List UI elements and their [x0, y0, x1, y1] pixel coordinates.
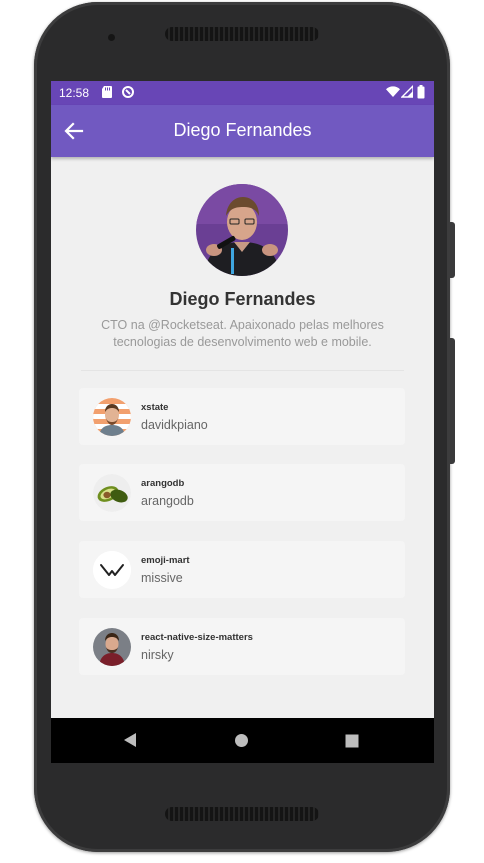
repo-author: arangodb — [141, 494, 194, 508]
missive-logo-icon — [93, 551, 131, 589]
repo-author: nirsky — [141, 648, 174, 662]
app-bar-title: Diego Fernandes — [173, 120, 312, 140]
repo-title: arangodb — [141, 478, 185, 489]
bottom-speaker — [165, 807, 319, 821]
profile-name: Diego Fernandes — [169, 289, 316, 309]
starred-repo-card[interactable]: emoji-mart missive — [79, 541, 405, 598]
screen: 12:58 Diego Fernandes Diego Fernandes CT… — [51, 81, 434, 763]
front-camera — [108, 34, 115, 41]
sd-card-icon — [101, 85, 113, 102]
owner-avatar — [93, 398, 131, 436]
data-saver-icon — [121, 85, 135, 102]
repo-title: xstate — [141, 402, 169, 413]
volume-button — [450, 338, 455, 464]
profile-bio: CTO na @Rocketseat. Apaixonado pelas mel… — [81, 317, 404, 351]
home-nav-icon[interactable] — [234, 733, 249, 752]
wifi-icon — [386, 85, 400, 101]
starred-repo-card[interactable]: react-native-size-matters nirsky — [79, 618, 405, 675]
signal-icon — [400, 84, 414, 101]
profile-bio-line: tecnologias de desenvolvimento web e mob… — [113, 335, 372, 349]
repo-title: emoji-mart — [141, 555, 190, 566]
divider — [81, 370, 404, 371]
repo-title: react-native-size-matters — [141, 632, 253, 643]
status-time: 12:58 — [59, 86, 90, 100]
recents-nav-icon[interactable] — [345, 733, 359, 752]
repo-author: davidkpiano — [141, 418, 208, 432]
android-nav-bar — [51, 718, 434, 763]
top-speaker — [165, 27, 319, 41]
back-nav-icon[interactable] — [123, 732, 137, 752]
power-button — [450, 222, 455, 278]
starred-repo-card[interactable]: arangodb arangodb — [79, 464, 405, 521]
profile-bio-line: CTO na @Rocketseat. Apaixonado pelas mel… — [101, 318, 384, 332]
repo-author: missive — [141, 571, 183, 585]
battery-icon — [417, 85, 425, 102]
avocado-logo-icon — [93, 474, 131, 512]
app-bar: Diego Fernandes — [51, 105, 434, 157]
status-bar: 12:58 — [51, 81, 434, 105]
profile-avatar — [196, 184, 288, 276]
starred-repo-card[interactable]: xstate davidkpiano — [79, 388, 405, 445]
owner-avatar — [93, 628, 131, 666]
